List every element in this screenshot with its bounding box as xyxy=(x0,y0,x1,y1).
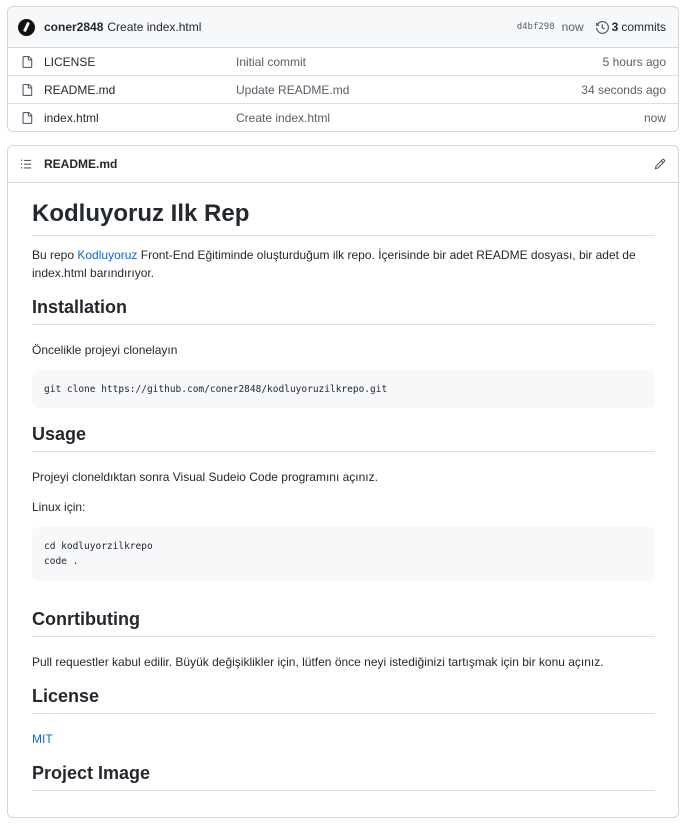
usage-text: Projeyi cloneldıktan sonra Visual Sudeio… xyxy=(32,470,378,484)
file-row[interactable]: index.html Create index.html now xyxy=(8,104,678,131)
file-list-box: coner2848 Create index.html d4bf298 now … xyxy=(7,6,679,132)
readme-h1: Kodluyoruz Ilk Rep xyxy=(32,199,655,236)
installation-text: Öncelikle projeyi clonelayın xyxy=(32,343,178,357)
file-age: 34 seconds ago xyxy=(581,82,666,97)
file-icon xyxy=(21,83,33,97)
commit-message-link[interactable]: Create index.html xyxy=(107,20,201,34)
file-commit-link[interactable]: Initial commit xyxy=(236,55,306,69)
edit-readme-button[interactable] xyxy=(654,158,666,170)
usage-code-line-1: cd kodluyorzilkrepo xyxy=(44,541,153,552)
commits-count: 3 xyxy=(611,20,619,34)
file-commit-link[interactable]: Update README.md xyxy=(236,83,349,97)
contributing-text: Pull requestler kabul edilir. Büyük deği… xyxy=(32,655,604,669)
usage-code-line-2: code . xyxy=(44,556,79,567)
pencil-icon xyxy=(654,158,666,170)
file-age: now xyxy=(643,111,666,125)
file-name-link[interactable]: LICENSE xyxy=(44,55,95,69)
file-row[interactable]: LICENSE Initial commit 5 hours ago xyxy=(8,48,678,76)
file-row[interactable]: README.md Update README.md 34 seconds ag… xyxy=(8,76,678,104)
readme-intro: Bu repo Kodluyoruz Front-End Eğitiminde … xyxy=(32,246,655,282)
file-age: 5 hours ago xyxy=(602,54,666,69)
intro-text-before: Bu repo xyxy=(32,248,78,262)
heading-usage: Usage xyxy=(32,422,655,452)
latest-commit-bar: coner2848 Create index.html d4bf298 now … xyxy=(8,7,678,48)
license-paragraph: MIT xyxy=(32,730,655,748)
heading-installation: Installation xyxy=(32,295,655,325)
readme-filename[interactable]: README.md xyxy=(44,157,117,171)
file-icon xyxy=(21,55,33,69)
usage-linux-text: Linux için: xyxy=(32,500,86,514)
file-commit-link[interactable]: Create index.html xyxy=(236,111,330,125)
file-icon xyxy=(21,111,33,125)
history-icon xyxy=(595,20,609,34)
usage-code-block: cd kodluyorzilkrepo code . xyxy=(32,527,655,581)
heading-license: License xyxy=(32,684,655,714)
commit-time: now xyxy=(561,20,584,34)
readme-box: README.md Kodluyoruz Ilk Rep Bu repo Kod… xyxy=(7,145,679,818)
outline-list-icon[interactable] xyxy=(20,158,32,170)
file-name-link[interactable]: index.html xyxy=(44,111,99,125)
heading-contributing: Conrtibuting xyxy=(32,607,655,637)
commit-sha-link[interactable]: d4bf298 xyxy=(517,22,555,32)
installation-code-block: git clone https://github.com/coner2848/k… xyxy=(32,370,655,408)
mit-license-link[interactable]: MIT xyxy=(32,732,53,746)
commit-author-link[interactable]: coner2848 xyxy=(44,20,103,34)
avatar[interactable] xyxy=(18,18,35,36)
readme-header: README.md xyxy=(8,146,678,183)
installation-code: git clone https://github.com/coner2848/k… xyxy=(44,383,388,395)
commits-label: commits xyxy=(621,20,666,34)
file-name-link[interactable]: README.md xyxy=(44,83,115,97)
commits-history-link[interactable]: 3 commits xyxy=(595,20,666,34)
heading-project-image: Project Image xyxy=(32,761,655,791)
kodluyoruz-link[interactable]: Kodluyoruz xyxy=(77,248,137,262)
